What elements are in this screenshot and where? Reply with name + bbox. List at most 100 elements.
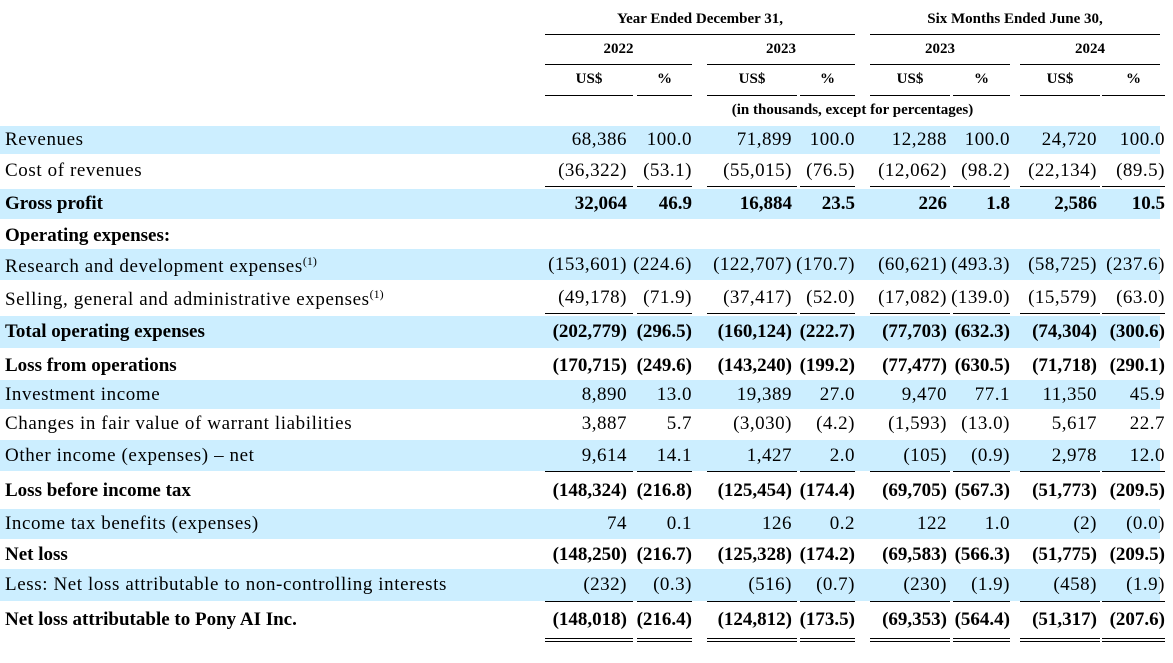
value-usd: (51,317) [1032, 609, 1097, 630]
total-double-rule [707, 638, 797, 642]
value-percent: 27.0 [819, 384, 855, 405]
value-usd: (69,353) [882, 609, 947, 630]
value-usd: 12,288 [891, 129, 947, 150]
row-label-text: Less: Net loss attributable to non-contr… [5, 574, 448, 595]
row-label: Selling, general and administrative expe… [5, 287, 384, 311]
row-label-text: Operating expenses: [5, 225, 171, 246]
value-usd: (22,134) [1028, 160, 1097, 181]
table-row: Operating expenses: [0, 223, 1173, 249]
value-usd: (77,703) [882, 321, 947, 342]
value-usd: 32,064 [574, 193, 627, 214]
period-group-year: Year Ended December 31, [616, 11, 784, 27]
period-group-six-months: Six Months Ended June 30, [927, 11, 1103, 27]
table-row: Net loss attributable to Pony AI Inc. (14… [0, 603, 1173, 637]
subtotal-rule [800, 471, 855, 472]
subtotal-rule [707, 186, 797, 187]
row-label-text: Net loss attributable to Pony AI Inc. [5, 609, 297, 630]
subtotal-rule [870, 471, 950, 472]
value-usd: (60,621) [878, 254, 947, 275]
value-percent: (63.0) [1116, 287, 1165, 308]
table-row: Net loss (148,250) (216.7) (125,328) (174.2)… [0, 540, 1173, 569]
value-percent: (249.6) [636, 355, 692, 376]
value-percent: (174.2) [799, 544, 855, 565]
value-percent: (567.3) [954, 480, 1010, 501]
value-percent: 1.0 [984, 513, 1010, 534]
value-usd: (12,062) [878, 160, 947, 181]
subtotal-rule [707, 313, 797, 314]
value-percent: 46.9 [658, 193, 692, 214]
value-usd: 74 [607, 513, 627, 534]
table-row: Cost of revenues (36,322) (53.1) (55,015) (7… [0, 156, 1173, 186]
col-label-usd: US$ [738, 71, 766, 87]
value-percent: (170.7) [796, 254, 855, 275]
subtotal-rule [953, 601, 1010, 602]
subtotal-rule [1102, 601, 1165, 602]
year-underline [707, 64, 855, 65]
year-underline [1020, 64, 1160, 65]
value-percent: 13.0 [656, 384, 692, 405]
value-usd: (2) [1073, 513, 1097, 534]
row-label-text: Loss from operations [5, 355, 177, 376]
total-double-rule [870, 638, 950, 642]
subtotal-rule [953, 186, 1010, 187]
value-usd: (125,328) [717, 544, 792, 565]
value-percent: (1.9) [1126, 574, 1165, 595]
value-percent: (237.6) [1106, 254, 1165, 275]
value-percent: 12.0 [1129, 445, 1165, 466]
row-label-text: Revenues [5, 129, 84, 150]
value-usd: (124,812) [717, 609, 792, 630]
total-double-rule [1020, 638, 1100, 642]
value-percent: 0.1 [666, 513, 692, 534]
value-usd: 226 [918, 193, 948, 214]
year-header: 2022 [603, 41, 634, 57]
value-usd: 8,890 [581, 384, 627, 405]
period-group-underline [545, 34, 855, 35]
value-usd: 11,350 [1042, 384, 1097, 405]
value-usd: (58,725) [1028, 254, 1097, 275]
col-label-usd: US$ [1046, 71, 1074, 87]
value-percent: 1.8 [986, 193, 1010, 214]
value-usd: (148,018) [552, 609, 627, 630]
table-row: Total operating expenses (202,779) (296.5)… [0, 316, 1173, 348]
table-row: Selling, general and administrative expe… [0, 282, 1173, 313]
value-usd: (49,178) [558, 287, 627, 308]
row-label: Less: Net loss attributable to non-contr… [5, 574, 447, 596]
col-label-underline [1020, 95, 1100, 96]
value-percent: 5.7 [666, 413, 692, 434]
value-usd: 3,887 [581, 413, 627, 434]
col-label-underline [1102, 95, 1165, 96]
row-label: Loss from operations [5, 355, 177, 377]
value-usd: 71,899 [736, 129, 792, 150]
total-double-rule [545, 638, 633, 642]
value-percent: 77.1 [974, 384, 1010, 405]
row-label: Total operating expenses [5, 321, 205, 343]
value-usd: 68,386 [571, 129, 627, 150]
subtotal-rule [637, 601, 692, 602]
value-usd: (516) [748, 574, 792, 595]
value-percent: (222.7) [799, 321, 855, 342]
value-percent: (174.4) [799, 480, 855, 501]
row-label-text: Changes in fair value of warrant liabili… [5, 413, 353, 434]
value-percent: (209.5) [1109, 480, 1165, 501]
value-usd: 2,978 [1051, 445, 1097, 466]
value-percent: (173.5) [799, 609, 855, 630]
footnote-marker: (1) [302, 254, 317, 268]
value-percent: (1.9) [971, 574, 1010, 595]
total-double-rule [637, 638, 692, 642]
col-label-usd: US$ [896, 71, 924, 87]
year-underline [870, 64, 1010, 65]
value-usd: (105) [903, 445, 947, 466]
value-percent: (4.2) [816, 413, 855, 434]
value-percent: (0.7) [816, 574, 855, 595]
row-label-text: Gross profit [5, 193, 103, 214]
value-percent: (564.4) [954, 609, 1010, 630]
row-label: Operating expenses: [5, 225, 170, 247]
subtotal-rule [870, 313, 950, 314]
table-row: Revenues 68,386 100.0 71,899 100.0 12,288 100.… [0, 126, 1173, 154]
row-label-text: Loss before income tax [5, 480, 191, 501]
value-percent: (0.9) [971, 445, 1010, 466]
row-label: Changes in fair value of warrant liabili… [5, 413, 352, 435]
subtotal-rule [870, 601, 950, 602]
value-usd: (17,082) [878, 287, 947, 308]
value-percent: 100.0 [1119, 129, 1165, 150]
